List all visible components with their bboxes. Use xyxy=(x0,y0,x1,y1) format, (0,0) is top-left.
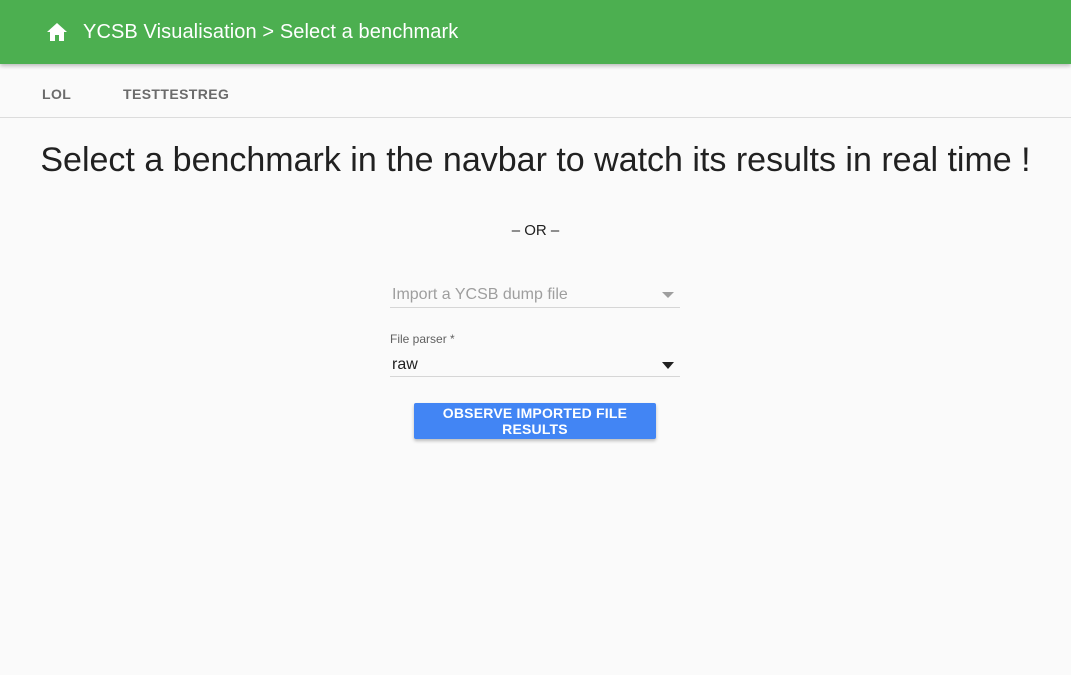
or-separator: – OR – xyxy=(511,222,560,239)
home-icon xyxy=(47,23,67,41)
file-parser-value: raw xyxy=(392,356,418,373)
benchmark-tabs: LOL TESTTESTREG xyxy=(0,64,1071,118)
tab-testtestreg[interactable]: TESTTESTREG xyxy=(123,64,229,117)
file-parser-label: File parser * xyxy=(390,332,455,346)
dropdown-arrow-icon xyxy=(662,362,674,369)
observe-imported-results-button[interactable]: OBSERVE IMPORTED FILE RESULTS xyxy=(414,403,656,439)
tab-lol[interactable]: LOL xyxy=(42,64,71,117)
app-bar: YCSB Visualisation > Select a benchmark xyxy=(0,0,1071,64)
file-parser-select[interactable]: raw xyxy=(390,352,680,377)
import-file-select[interactable]: Import a YCSB dump file xyxy=(390,282,680,308)
import-file-placeholder: Import a YCSB dump file xyxy=(392,286,568,303)
page-headline: Select a benchmark in the navbar to watc… xyxy=(40,141,1031,179)
dropdown-arrow-icon xyxy=(662,292,674,298)
home-button[interactable] xyxy=(45,20,69,44)
app-title: YCSB Visualisation > Select a benchmark xyxy=(83,20,459,43)
